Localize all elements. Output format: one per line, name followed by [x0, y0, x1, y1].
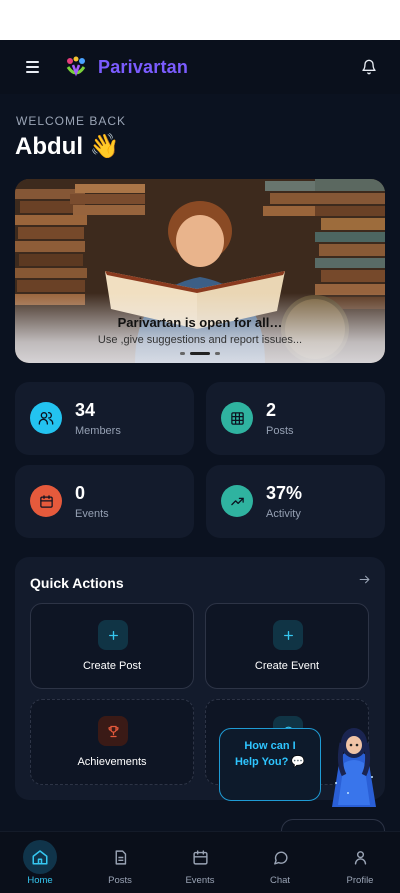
arrow-right-icon[interactable] [358, 573, 371, 589]
action-label: Achievements [77, 756, 147, 768]
bottom-navigation: Home Posts Events Chat Profile [0, 831, 400, 893]
banner-subtitle: Use ,give suggestions and report issues.… [97, 334, 303, 346]
users-icon [30, 402, 62, 434]
assistant-avatar[interactable] [326, 723, 382, 809]
stat-label: Members [75, 425, 121, 437]
stat-label: Events [75, 508, 109, 520]
nav-label: Chat [269, 875, 291, 886]
nav-label: Posts [108, 875, 132, 886]
nav-home[interactable]: Home [0, 832, 80, 893]
stat-value: 37% [266, 483, 303, 503]
stat-value: 0 [75, 483, 86, 503]
user-icon [343, 840, 377, 874]
stat-label: Activity [266, 508, 301, 520]
trophy-icon [98, 716, 128, 746]
banner-title: Parivartan is open for all… [117, 315, 283, 330]
nav-label: Events [185, 875, 215, 886]
nav-label: Home [27, 875, 53, 886]
create-event-button[interactable]: Create Event [205, 603, 369, 689]
home-icon [23, 840, 57, 874]
nav-events[interactable]: Events [160, 832, 240, 893]
trending-up-icon [221, 485, 253, 517]
document-icon [103, 840, 137, 874]
nav-profile[interactable]: Profile [320, 832, 400, 893]
stat-value: 34 [75, 400, 96, 420]
chat-icon [263, 840, 297, 874]
nav-label: Profile [346, 875, 374, 886]
create-post-button[interactable]: Create Post [30, 603, 194, 689]
achievements-button[interactable]: Achievements [30, 699, 194, 785]
nav-chat[interactable]: Chat [240, 832, 320, 893]
hero-banner-carousel[interactable]: Parivartan is open for all… Use ,give su… [15, 179, 385, 363]
chat-help-bubble[interactable]: How can I Help You? 💬 [219, 728, 321, 801]
stat-card-activity[interactable]: 37% Activity [206, 465, 385, 538]
carousel-dot-active[interactable] [190, 352, 210, 355]
grid-icon [221, 402, 253, 434]
calendar-icon [30, 485, 62, 517]
stat-card-posts[interactable]: 2 Posts [206, 382, 385, 455]
welcome-label: WELCOME BACK [16, 114, 127, 128]
plus-icon [273, 620, 303, 650]
calendar-icon [183, 840, 217, 874]
stat-card-members[interactable]: 34 Members [15, 382, 194, 455]
menu-icon[interactable] [20, 55, 44, 79]
app-bar: Parivartan [0, 40, 400, 94]
action-label: Create Event [254, 660, 320, 672]
status-bar-area [0, 0, 400, 40]
nav-posts[interactable]: Posts [80, 832, 160, 893]
notification-bell-icon[interactable] [358, 56, 380, 78]
app-title: Parivartan [98, 56, 189, 77]
action-label: Create Post [82, 660, 142, 672]
app-logo [64, 55, 88, 79]
stat-value: 2 [266, 400, 277, 420]
quick-actions-title: Quick Actions [30, 575, 124, 591]
stat-card-events[interactable]: 0 Events [15, 465, 194, 538]
stat-label: Posts [266, 425, 294, 437]
plus-icon [98, 620, 128, 650]
carousel-dot[interactable] [215, 352, 220, 355]
carousel-dot[interactable] [180, 352, 185, 355]
user-greeting: Abdul 👋 [15, 133, 120, 160]
carousel-indicator [15, 352, 385, 355]
